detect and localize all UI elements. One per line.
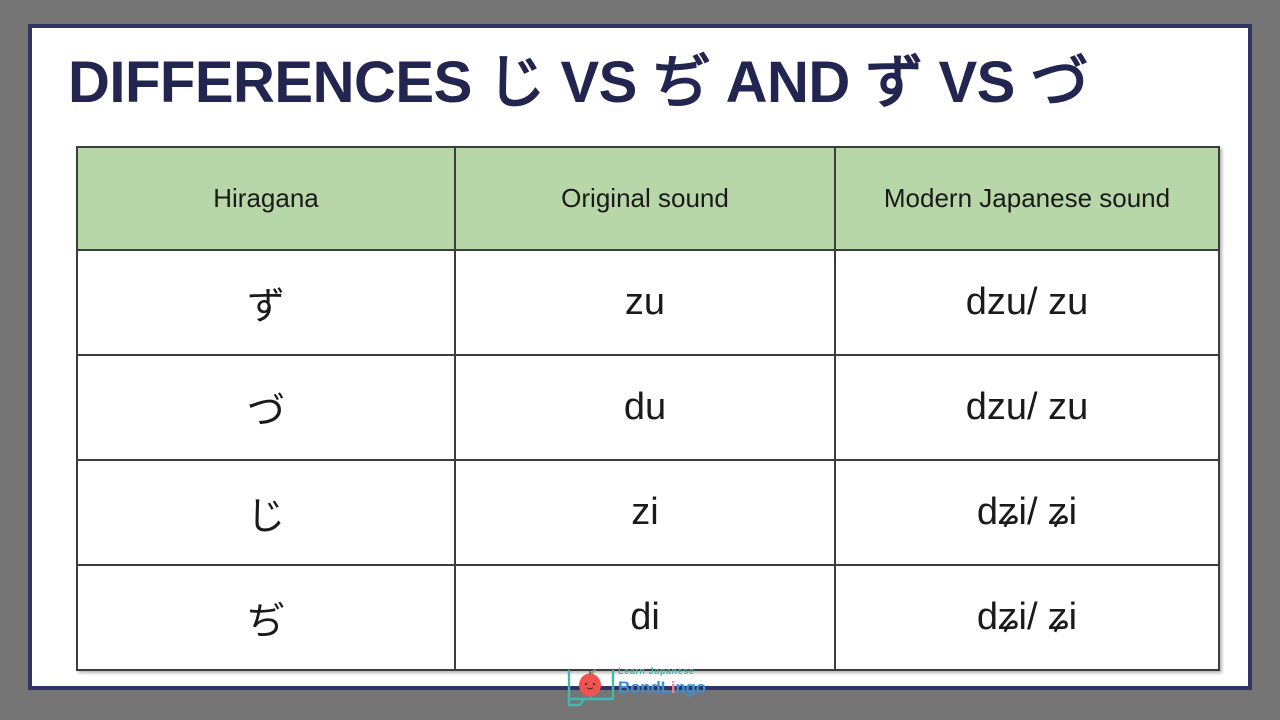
cell-modern-sound: dʑi/ ʑi: [834, 459, 1220, 566]
column-header-original-sound: Original sound: [454, 146, 836, 251]
cell-hiragana: じ: [76, 459, 456, 566]
logo-brand-part1: BondL: [618, 678, 671, 697]
logo-brand-name: BondLingo: [618, 678, 732, 698]
column-header-hiragana: Hiragana: [76, 146, 456, 251]
hiragana-sound-table: Hiragana Original sound Modern Japanese …: [76, 146, 1220, 671]
cell-hiragana: ず: [76, 249, 456, 356]
cell-hiragana: づ: [76, 354, 456, 461]
slide-title: DIFFERENCES じ VS ぢ AND ず VS づ: [68, 50, 1088, 115]
table-container: Hiragana Original sound Modern Japanese …: [76, 146, 1220, 707]
cell-modern-sound: dzu/ zu: [834, 354, 1220, 461]
logo-wordmark: Learn Japanese BondLingo: [618, 664, 732, 708]
cell-original-sound: zu: [454, 249, 836, 356]
table-header-row: Hiragana Original sound Modern Japanese …: [76, 146, 1220, 251]
cell-modern-sound: dzu/ zu: [834, 249, 1220, 356]
table-row: ぢ di dʑi/ ʑi: [76, 564, 1220, 671]
bondlingo-logo: Learn Japanese BondLingo: [556, 663, 732, 709]
table-row: づ du dzu/ zu: [76, 354, 1220, 461]
cell-original-sound: zi: [454, 459, 836, 566]
book-apple-icon: [564, 665, 618, 707]
cell-hiragana: ぢ: [76, 564, 456, 671]
logo-tagline: Learn Japanese: [618, 666, 695, 676]
logo-brand-part2: ngo: [675, 678, 706, 697]
cell-original-sound: du: [454, 354, 836, 461]
slide-card: DIFFERENCES じ VS ぢ AND ず VS づ Hiragana O…: [28, 24, 1252, 707]
table-body: ず zu dzu/ zu づ du dzu/ zu じ zi dʑi/ ʑi ぢ…: [76, 249, 1220, 671]
cell-modern-sound: dʑi/ ʑi: [834, 564, 1220, 671]
table-row: ず zu dzu/ zu: [76, 249, 1220, 356]
table-header: Hiragana Original sound Modern Japanese …: [76, 146, 1220, 251]
slide-canvas: DIFFERENCES じ VS ぢ AND ず VS づ Hiragana O…: [0, 0, 1280, 720]
column-header-modern-sound: Modern Japanese sound: [834, 146, 1220, 251]
table-row: じ zi dʑi/ ʑi: [76, 459, 1220, 566]
cell-original-sound: di: [454, 564, 836, 671]
